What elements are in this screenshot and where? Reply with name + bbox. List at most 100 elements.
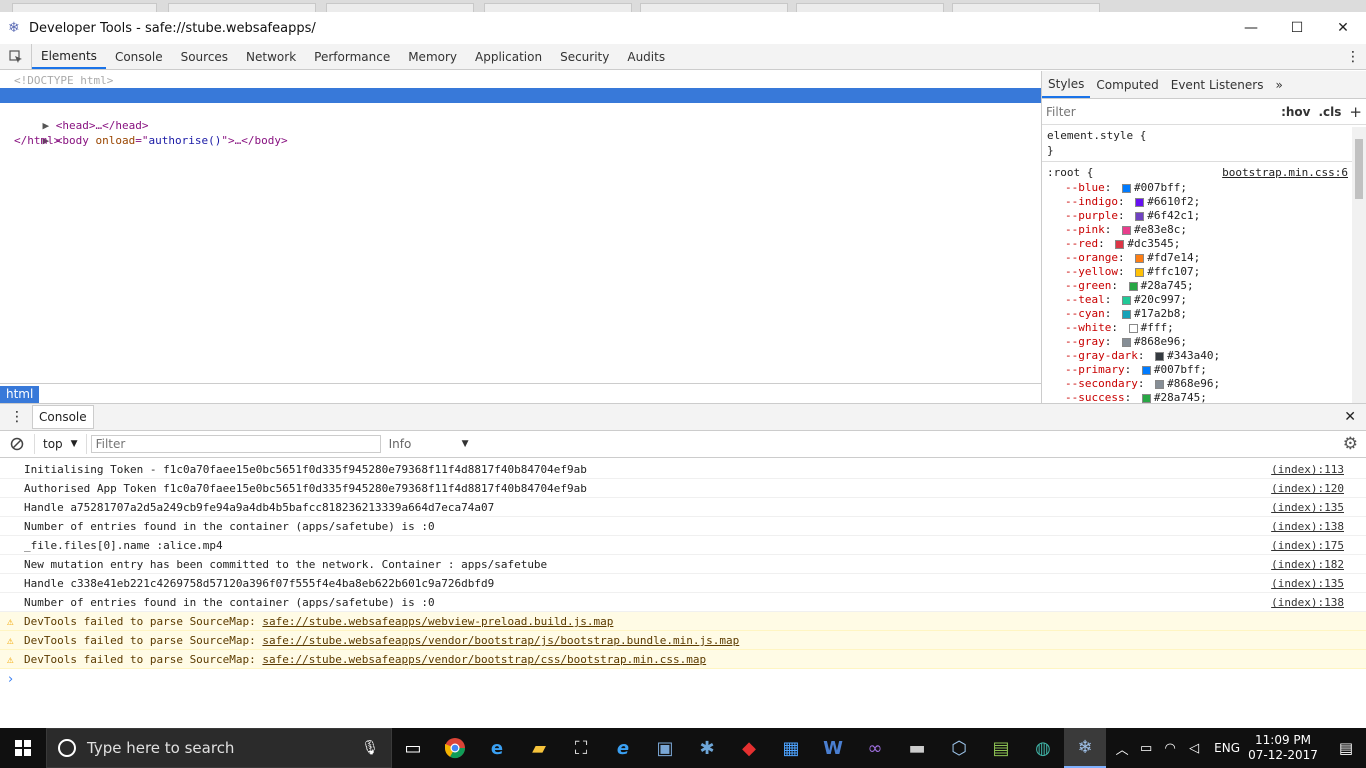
action-center-icon[interactable]: ▤ bbox=[1326, 739, 1366, 757]
tab-network[interactable]: Network bbox=[237, 44, 305, 69]
taskbar-search-box[interactable]: Type here to search 🎙 bbox=[46, 728, 392, 768]
stylesheet-source-link[interactable]: bootstrap.min.css:6 bbox=[1222, 165, 1348, 181]
clear-console-icon[interactable] bbox=[10, 437, 24, 451]
console-source-link[interactable]: (index):135 bbox=[1271, 498, 1344, 517]
task-view-icon[interactable]: ▭ bbox=[392, 728, 434, 768]
color-swatch-icon[interactable] bbox=[1128, 281, 1138, 291]
mathematica-icon[interactable]: ✱ bbox=[686, 728, 728, 768]
background-tab[interactable] bbox=[952, 3, 1100, 12]
console-source-link[interactable]: (index):135 bbox=[1271, 574, 1344, 593]
color-swatch-icon[interactable] bbox=[1141, 393, 1151, 403]
red-diamond-app-icon[interactable]: ◆ bbox=[728, 728, 770, 768]
internet-explorer-icon[interactable]: e bbox=[602, 728, 644, 768]
background-tab[interactable] bbox=[168, 3, 316, 12]
hover-state-toggle[interactable]: :hov bbox=[1281, 105, 1310, 119]
css-variable-row[interactable]: --blue: #007bff; bbox=[1047, 181, 1366, 195]
css-variable-row[interactable]: --gray-dark: #343a40; bbox=[1047, 349, 1366, 363]
microphone-icon[interactable]: 🎙 bbox=[361, 740, 379, 756]
close-window-button[interactable]: ✕ bbox=[1320, 12, 1366, 44]
css-variable-row[interactable]: --secondary: #868e96; bbox=[1047, 377, 1366, 391]
store-icon[interactable]: ⛶ bbox=[560, 728, 602, 768]
background-tab[interactable] bbox=[640, 3, 788, 12]
console-source-link[interactable]: (index):138 bbox=[1271, 593, 1344, 612]
css-variable-row[interactable]: --red: #dc3545; bbox=[1047, 237, 1366, 251]
virtualbox-icon[interactable]: ⬡ bbox=[938, 728, 980, 768]
styles-filter-input[interactable] bbox=[1046, 104, 1274, 119]
css-variable-row[interactable]: --teal: #20c997; bbox=[1047, 293, 1366, 307]
sourcemap-link[interactable]: safe://stube.websafeapps/vendor/bootstra… bbox=[262, 653, 706, 666]
tab-console[interactable]: Console bbox=[106, 44, 172, 69]
color-swatch-icon[interactable] bbox=[1135, 253, 1145, 263]
show-hidden-icons-chevron-icon[interactable]: ︿ bbox=[1110, 739, 1134, 758]
sourcemap-link[interactable]: safe://stube.websafeapps/webview-preload… bbox=[262, 615, 613, 628]
color-swatch-icon[interactable] bbox=[1128, 323, 1138, 333]
background-tab[interactable] bbox=[12, 3, 157, 12]
chrome-icon[interactable] bbox=[434, 728, 476, 768]
edge-icon[interactable]: e bbox=[476, 728, 518, 768]
console-settings-gear-icon[interactable]: ⚙ bbox=[1343, 434, 1358, 454]
css-variable-row[interactable]: --yellow: #ffc107; bbox=[1047, 265, 1366, 279]
drawer-menu-icon[interactable]: ⋮ bbox=[10, 409, 24, 425]
devtools-menu-icon[interactable]: ⋮ bbox=[1340, 44, 1366, 69]
word-icon[interactable]: W bbox=[812, 728, 854, 768]
wifi-icon[interactable]: ◠ bbox=[1158, 741, 1182, 756]
dom-node-body[interactable]: ▶ <body onload="authorise()">…</body> bbox=[0, 118, 1041, 147]
tab-elements[interactable]: Elements bbox=[32, 44, 106, 69]
styles-scrollbar[interactable] bbox=[1352, 127, 1366, 403]
console-source-link[interactable]: (index):138 bbox=[1271, 517, 1344, 536]
css-variable-row[interactable]: --purple: #6f42c1; bbox=[1047, 209, 1366, 223]
css-variable-row[interactable]: --orange: #fd7e14; bbox=[1047, 251, 1366, 265]
color-swatch-icon[interactable] bbox=[1155, 351, 1165, 361]
css-variable-row[interactable]: --cyan: #17a2b8; bbox=[1047, 307, 1366, 321]
color-swatch-icon[interactable] bbox=[1155, 379, 1165, 389]
inspect-element-button[interactable] bbox=[0, 44, 32, 69]
console-source-link[interactable]: (index):120 bbox=[1271, 479, 1344, 498]
log-level-select[interactable]: Info ▼ bbox=[389, 437, 469, 451]
console-source-link[interactable]: (index):182 bbox=[1271, 555, 1344, 574]
notepad-plus-icon[interactable]: ▤ bbox=[980, 728, 1022, 768]
console-source-link[interactable]: (index):175 bbox=[1271, 536, 1344, 555]
color-swatch-icon[interactable] bbox=[1135, 211, 1145, 221]
console-source-link[interactable]: (index):113 bbox=[1271, 460, 1344, 479]
tab-sources[interactable]: Sources bbox=[172, 44, 237, 69]
color-swatch-icon[interactable] bbox=[1122, 337, 1131, 347]
css-variable-row[interactable]: --indigo: #6610f2; bbox=[1047, 195, 1366, 209]
sourcemap-link[interactable]: safe://stube.websafeapps/vendor/bootstra… bbox=[262, 634, 739, 647]
css-variable-row[interactable]: --white: #fff; bbox=[1047, 321, 1366, 335]
color-swatch-icon[interactable] bbox=[1135, 267, 1145, 277]
css-variable-row[interactable]: --success: #28a745; bbox=[1047, 391, 1366, 403]
command-prompt-icon[interactable]: ▬ bbox=[896, 728, 938, 768]
console-prompt[interactable]: › bbox=[8, 672, 13, 687]
tab-audits[interactable]: Audits bbox=[618, 44, 674, 69]
color-swatch-icon[interactable] bbox=[1122, 225, 1131, 235]
minimize-button[interactable]: — bbox=[1228, 12, 1274, 44]
calculator-app-icon[interactable]: ▦ bbox=[770, 728, 812, 768]
css-variable-row[interactable]: --pink: #e83e8c; bbox=[1047, 223, 1366, 237]
network-app-icon[interactable]: ▣ bbox=[644, 728, 686, 768]
tab-performance[interactable]: Performance bbox=[305, 44, 399, 69]
color-swatch-icon[interactable] bbox=[1122, 183, 1131, 193]
dom-node-html[interactable]: ··· <html lang="en"> == $0 bbox=[0, 88, 1041, 117]
tab-application[interactable]: Application bbox=[466, 44, 551, 69]
taskbar-clock[interactable]: 11:09 PM 07-12-2017 bbox=[1248, 733, 1318, 763]
file-explorer-icon[interactable]: ▰ bbox=[518, 728, 560, 768]
volume-icon[interactable]: ◁ bbox=[1182, 741, 1206, 756]
tab-memory[interactable]: Memory bbox=[399, 44, 466, 69]
css-variable-row[interactable]: --green: #28a745; bbox=[1047, 279, 1366, 293]
sidebar-more-tabs-icon[interactable]: » bbox=[1269, 71, 1288, 98]
color-swatch-icon[interactable] bbox=[1115, 239, 1125, 249]
drawer-tab-console[interactable]: Console bbox=[32, 405, 94, 429]
background-tab[interactable] bbox=[484, 3, 632, 12]
context-select[interactable]: top ▼ bbox=[34, 434, 87, 454]
visual-studio-icon[interactable]: ∞ bbox=[854, 728, 896, 768]
color-swatch-icon[interactable] bbox=[1122, 295, 1131, 305]
background-tab[interactable] bbox=[326, 3, 474, 12]
console-filter-input[interactable] bbox=[90, 435, 381, 453]
input-language[interactable]: ENG bbox=[1214, 741, 1240, 755]
battery-icon[interactable]: ▭ bbox=[1134, 741, 1158, 756]
css-variable-row[interactable]: --primary: #007bff; bbox=[1047, 363, 1366, 377]
safe-browser-icon[interactable]: ❄ bbox=[1064, 728, 1106, 768]
add-rule-button[interactable]: + bbox=[1349, 103, 1362, 121]
globe-app-icon[interactable]: ◍ bbox=[1022, 728, 1064, 768]
close-drawer-button[interactable]: ✕ bbox=[1344, 409, 1356, 425]
